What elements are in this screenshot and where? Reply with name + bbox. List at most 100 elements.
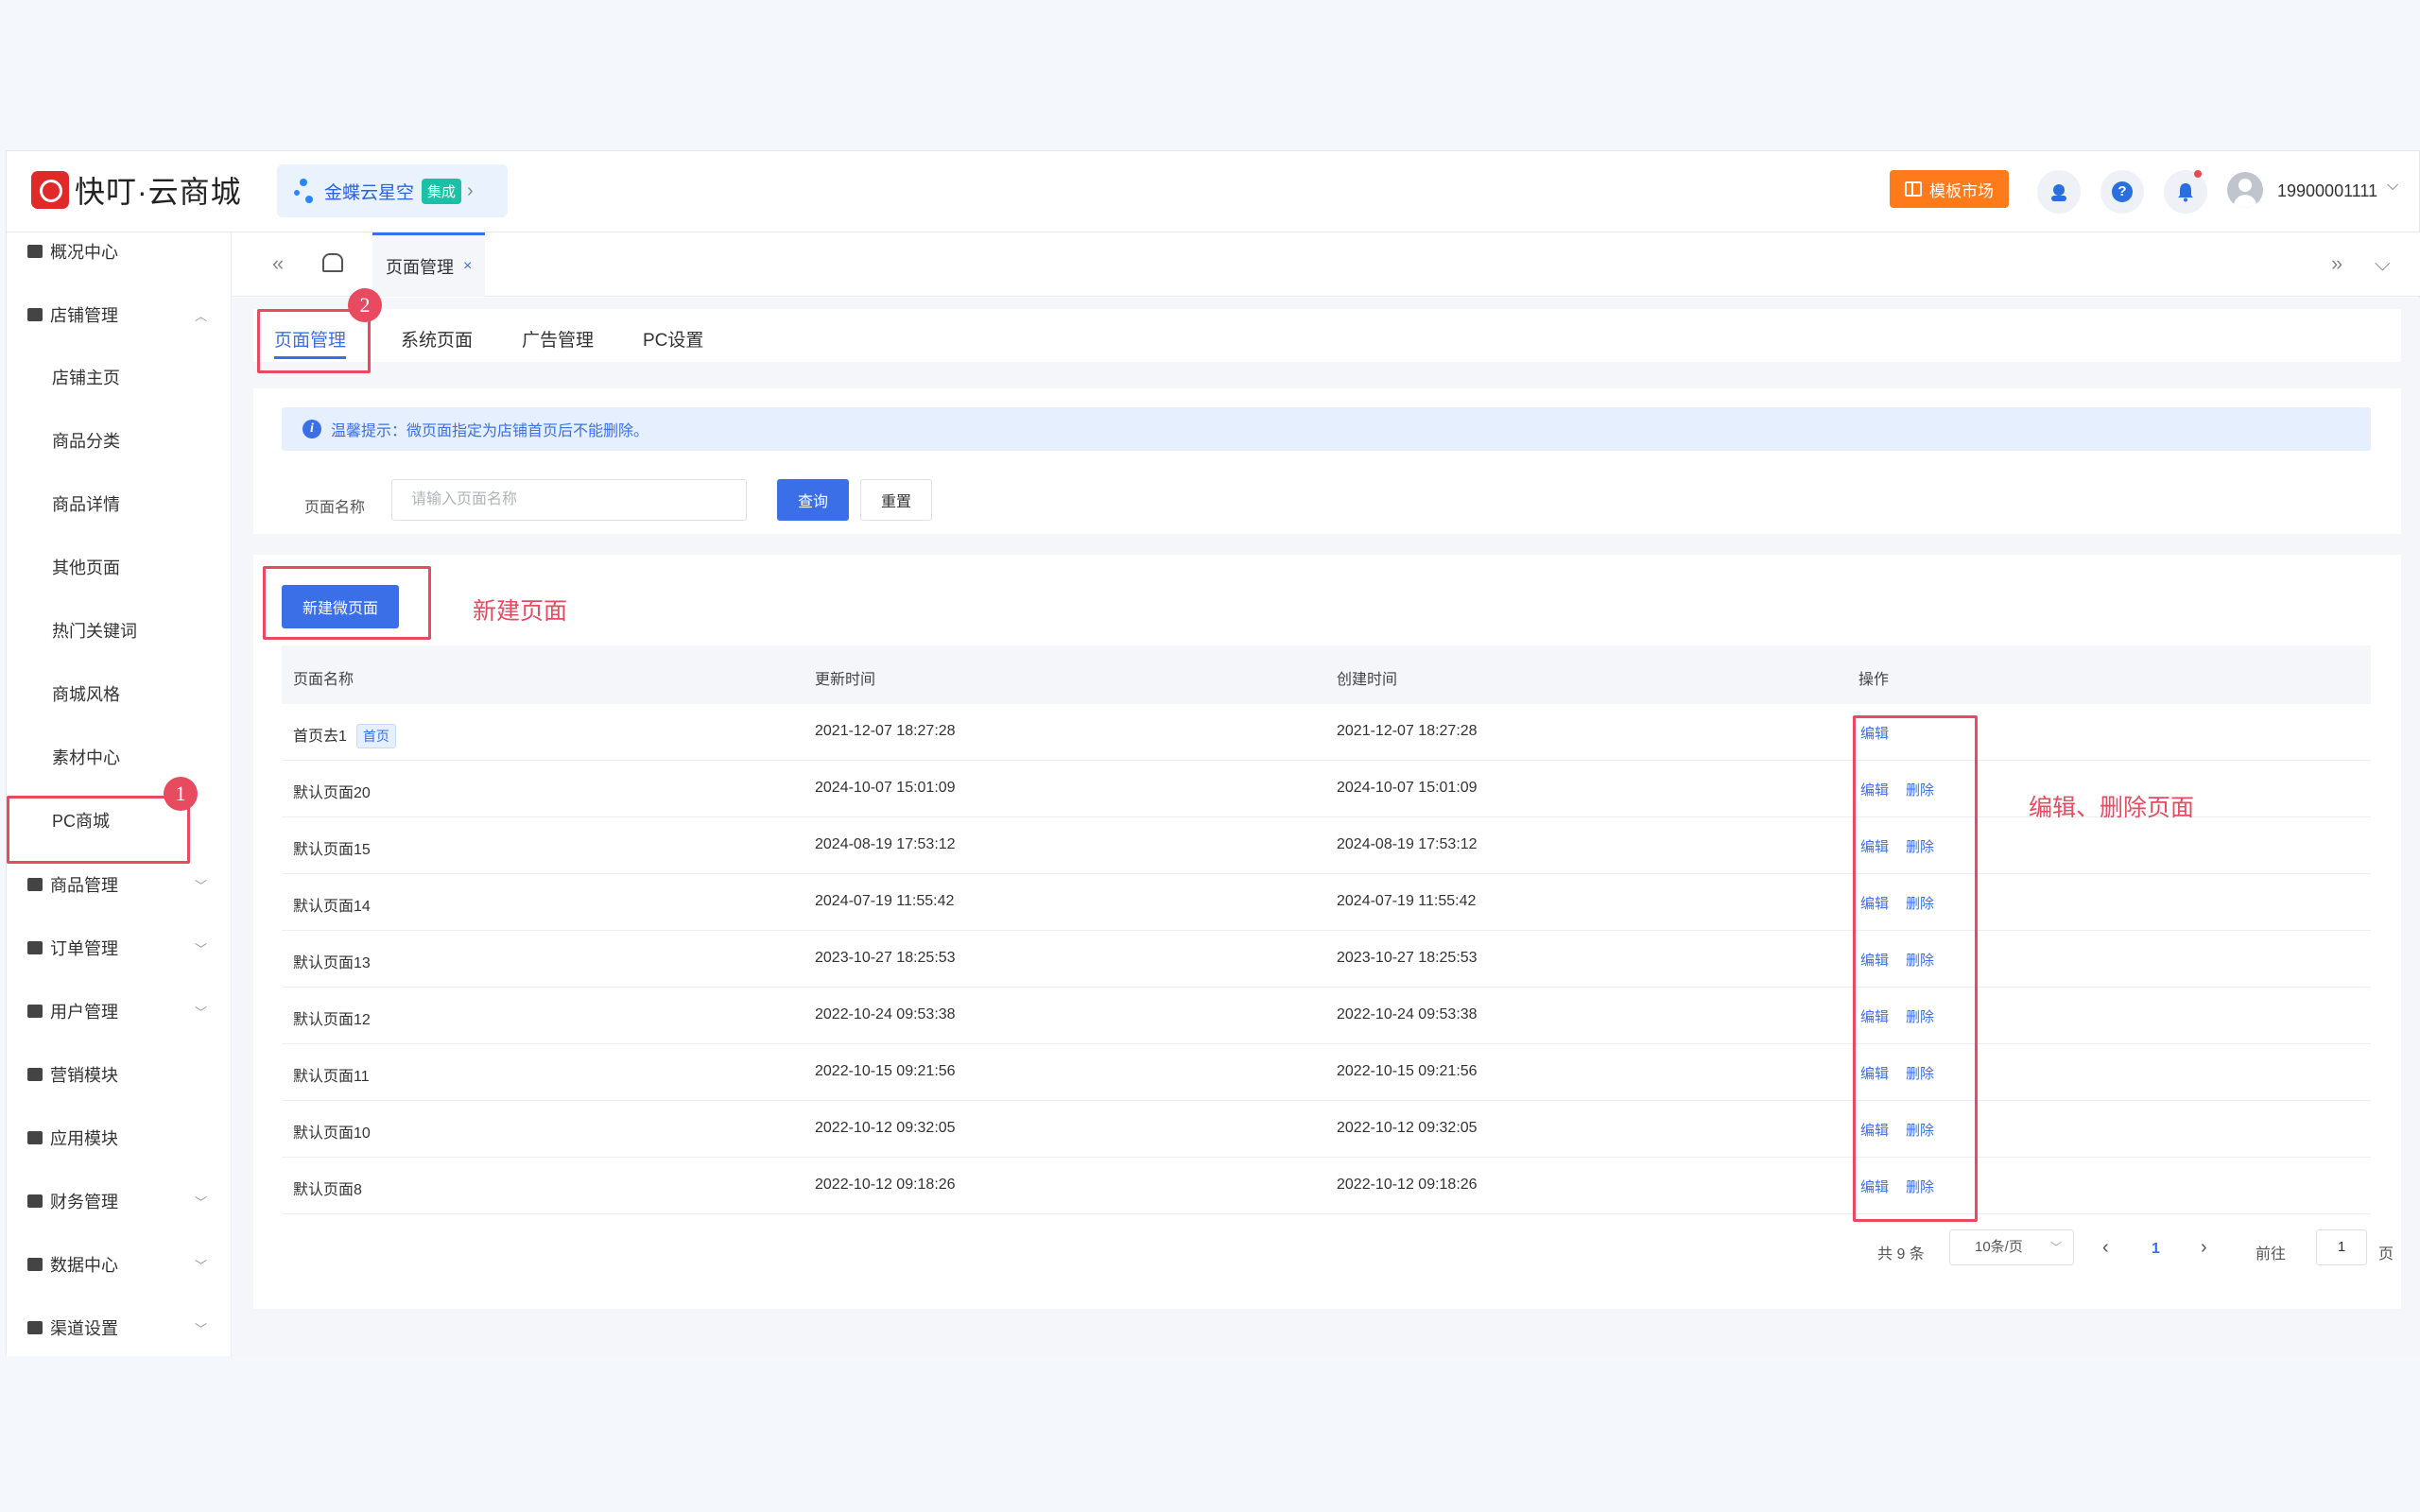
sidebar-item-apps[interactable]: 应用模块 [7, 1119, 231, 1157]
store-name: 金蝶云星空 [324, 182, 415, 203]
pages-table-panel: 新建微页面 新建页面 页面名称 更新时间 创建时间 操作 首页去1 首页 2021… [253, 555, 2401, 1309]
sidebar-item-finance[interactable]: 财务管理 ﹀ [7, 1182, 231, 1220]
prev-page-icon[interactable]: ‹ [2102, 1237, 2109, 1259]
tip-text: 温馨提示：微页面指定为店铺首页后不能删除。 [331, 423, 649, 439]
bell-icon [2178, 183, 2193, 202]
sidebar-item-orders[interactable]: 订单管理 ﹀ [7, 929, 231, 967]
created-time: 2024-07-19 11:55:42 [1337, 893, 1477, 909]
store-switcher[interactable]: 金蝶云星空 集成 › [277, 164, 508, 217]
logo-icon [31, 171, 69, 209]
current-page[interactable]: 1 [2152, 1241, 2160, 1258]
marketing-icon [27, 1068, 43, 1081]
sidebar-sub-mall-style[interactable]: 商城风格 [52, 676, 120, 713]
updated-time: 2022-10-12 09:32:05 [815, 1120, 956, 1136]
template-market-button[interactable]: 模板市场 [1890, 170, 2009, 208]
step-badge-2: 2 [348, 288, 382, 322]
page-name-label: 页面名称 [304, 500, 366, 516]
sidebar-item-label: 商品管理 [50, 876, 118, 895]
home-icon[interactable] [322, 253, 343, 272]
main-content: 页面管理 系统页面 广告管理 PC设置 2 i 温馨提示：微页面指定为店铺首页后… [233, 288, 2420, 1356]
sidebar-sub-goods-detail[interactable]: 商品详情 [52, 486, 120, 524]
next-page-icon[interactable]: › [2201, 1237, 2207, 1259]
sidebar: 概况中心 店铺管理 ︿ 店铺主页 商品分类 商品详情 其他页面 热门关键词 商城… [7, 232, 232, 1356]
tabs-menu-icon[interactable]: ⌵ [2375, 251, 2391, 276]
total-count: 共 9 条 [1877, 1246, 1925, 1263]
updated-time: 2024-10-07 15:01:09 [815, 780, 956, 796]
page-name: 默认页面14 [293, 899, 371, 915]
table-row: 默认页面10 2022-10-12 09:32:05 2022-10-12 09… [282, 1101, 2371, 1158]
notification-dot [2194, 170, 2202, 178]
channel-icon [27, 1321, 43, 1334]
sidebar-item-overview[interactable]: 概况中心 [7, 232, 231, 270]
customer-service-button[interactable] [2037, 170, 2081, 214]
page-name: 首页去1 [293, 729, 347, 745]
sidebar-item-label: 店铺管理 [50, 306, 118, 325]
table-row: 首页去1 首页 2021-12-07 18:27:28 2021-12-07 18… [282, 704, 2371, 761]
sidebar-item-channel[interactable]: 渠道设置 ﹀ [7, 1309, 231, 1347]
sidebar-item-label: 用户管理 [50, 1003, 118, 1022]
data-icon [27, 1258, 43, 1271]
customer-service-icon [2051, 184, 2066, 201]
reset-button[interactable]: 重置 [860, 479, 932, 521]
finance-icon [27, 1194, 43, 1208]
goods-icon [27, 878, 43, 891]
page-size-value: 10条/页 [1975, 1239, 2023, 1255]
chevron-up-icon: ︿ [194, 308, 207, 323]
avatar[interactable] [2227, 172, 2263, 208]
logo-text: 快叮·云商城 [75, 175, 242, 209]
created-time: 2024-08-19 17:53:12 [1337, 836, 1478, 852]
sidebar-sub-materials[interactable]: 素材中心 [52, 739, 120, 777]
goto-page-input[interactable]: 1 [2316, 1229, 2367, 1265]
updated-time: 2022-10-24 09:53:38 [815, 1006, 956, 1022]
sidebar-sub-other-pages[interactable]: 其他页面 [52, 549, 120, 587]
notification-button[interactable] [2164, 170, 2207, 214]
chevron-down-icon[interactable]: ⌵ [2387, 178, 2398, 195]
filter-panel: i 温馨提示：微页面指定为店铺首页后不能删除。 页面名称 查询 重置 [253, 388, 2401, 534]
page-unit-label: 页 [2378, 1246, 2394, 1263]
sidebar-sub-hot-keywords[interactable]: 热门关键词 [52, 612, 137, 650]
sidebar-item-marketing[interactable]: 营销模块 [7, 1056, 231, 1093]
help-button[interactable]: ? [2100, 170, 2144, 214]
updated-time: 2022-10-12 09:18:26 [815, 1177, 956, 1193]
chevron-down-icon: ﹀ [194, 1005, 207, 1020]
column-header: 页面名称 [293, 672, 354, 688]
sidebar-item-label: 营销模块 [50, 1066, 118, 1085]
integration-badge: 集成 [422, 178, 462, 204]
highlight-box-new-page [263, 566, 431, 640]
subtab-ad-management[interactable]: 广告管理 [522, 326, 594, 352]
sidebar-item-label: 渠道设置 [50, 1319, 118, 1338]
sidebar-item-goods[interactable]: 商品管理 ﹀ [7, 866, 231, 903]
sidebar-item-users[interactable]: 用户管理 ﹀ [7, 992, 231, 1030]
created-time: 2021-12-07 18:27:28 [1337, 723, 1478, 739]
subtab-pc-settings[interactable]: PC设置 [643, 326, 703, 352]
query-button[interactable]: 查询 [777, 479, 849, 521]
page-name: 默认页面10 [293, 1125, 371, 1142]
table-row: 默认页面14 2024-07-19 11:55:42 2024-07-19 11… [282, 874, 2371, 931]
sidebar-item-store[interactable]: 店铺管理 ︿ [7, 296, 231, 334]
updated-time: 2023-10-27 18:25:53 [815, 950, 956, 966]
help-icon: ? [2112, 181, 2133, 202]
dashboard-icon [27, 245, 43, 258]
app-logo[interactable]: 快叮·云商城 [31, 170, 242, 210]
tab-page-management[interactable]: 页面管理 × [372, 232, 486, 297]
page-name-input[interactable] [391, 479, 747, 521]
updated-time: 2021-12-07 18:27:28 [815, 723, 956, 739]
sidebar-sub-category[interactable]: 商品分类 [52, 422, 120, 460]
store-icon [27, 308, 43, 321]
subtab-system-pages[interactable]: 系统页面 [401, 326, 473, 352]
page-size-select[interactable]: 10条/页 ﹀ [1949, 1229, 2074, 1265]
page-name: 默认页面12 [293, 1012, 371, 1028]
created-time: 2024-10-07 15:01:09 [1337, 780, 1478, 796]
column-header: 操作 [1858, 672, 1890, 688]
tab-label: 页面管理 [386, 257, 454, 277]
updated-time: 2024-07-19 11:55:42 [815, 893, 955, 909]
close-icon[interactable]: × [463, 258, 472, 275]
collapse-sidebar-icon[interactable]: « [272, 251, 284, 276]
sidebar-sub-store-home[interactable]: 店铺主页 [52, 359, 120, 397]
table-row: 默认页面12 2022-10-24 09:53:38 2022-10-24 09… [282, 988, 2371, 1044]
scroll-tabs-right-icon[interactable]: » [2331, 251, 2342, 276]
user-phone[interactable]: 19900001111 [2277, 181, 2377, 201]
chevron-down-icon: ﹀ [194, 1258, 207, 1273]
sidebar-item-data[interactable]: 数据中心 ﹀ [7, 1246, 231, 1283]
template-market-label: 模板市场 [1929, 181, 1994, 200]
